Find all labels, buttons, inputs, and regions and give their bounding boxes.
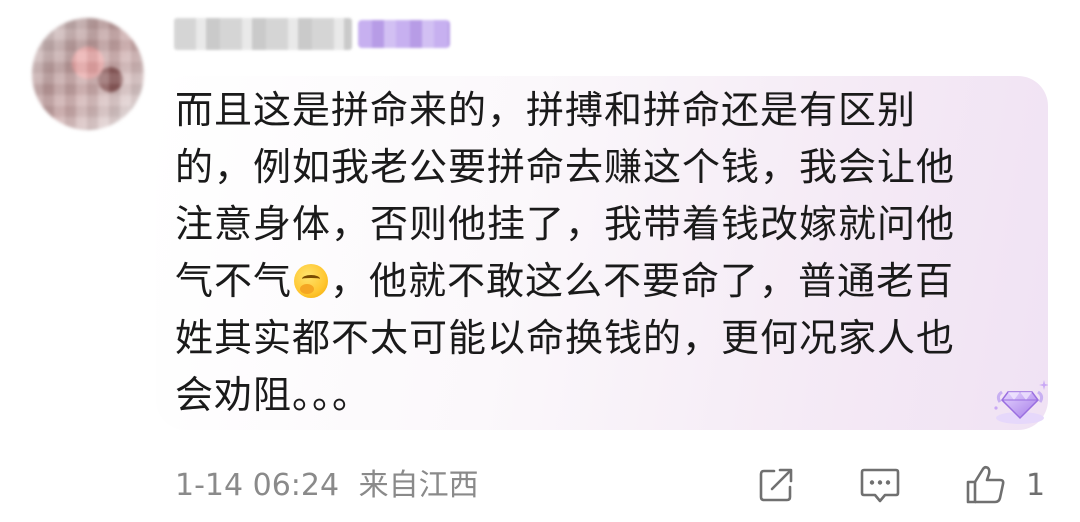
- comment-line: 注意身体，否则他挂了，我带着钱改嫁就问他: [175, 202, 956, 246]
- facepalm-emoji-icon: [294, 264, 329, 298]
- comment-line-part: ，他就不敢这么不要命了，普通老百: [330, 259, 955, 303]
- comment-time: 1-14 06:24: [175, 468, 340, 503]
- share-icon: [759, 468, 793, 502]
- user-badge-blurred: [358, 20, 450, 48]
- comment-text: 而且这是拼命来的，拼搏和拼命还是有区别 的，例如我老公要拼命去赚这个钱，我会让他…: [175, 82, 1005, 424]
- comment-icon: [860, 468, 900, 503]
- comment-line: 而且这是拼命来的，拼搏和拼命还是有区别: [175, 88, 917, 132]
- comment-location: 来自江西: [358, 468, 479, 503]
- diamond-badge-icon: [994, 380, 1048, 424]
- username-blurred[interactable]: [174, 18, 352, 50]
- comment-card: 而且这是拼命来的，拼搏和拼命还是有区别 的，例如我老公要拼命去赚这个钱，我会让他…: [0, 0, 1080, 522]
- avatar-mosaic: [32, 18, 144, 130]
- user-avatar[interactable]: [32, 18, 144, 130]
- like-button[interactable]: 1: [964, 462, 1045, 508]
- comment-line-with-emoji: 气不气 ，他就不敢这么不要命了，普通老百: [175, 253, 1005, 310]
- comment-line: 姓其实都不太可能以命换钱的，更何况家人也: [175, 316, 956, 360]
- comment-line-part: 气不气: [175, 259, 293, 303]
- like-count: 1: [1026, 467, 1046, 503]
- reply-button[interactable]: [858, 462, 902, 508]
- share-button[interactable]: [756, 462, 796, 508]
- comment-line: 的，例如我老公要拼命去赚这个钱，我会让他: [175, 145, 956, 189]
- comment-meta: 1-14 06:24 来自江西: [175, 466, 479, 506]
- comment-line: 会劝阻。。。: [175, 373, 372, 417]
- thumbs-up-icon: [966, 465, 1005, 504]
